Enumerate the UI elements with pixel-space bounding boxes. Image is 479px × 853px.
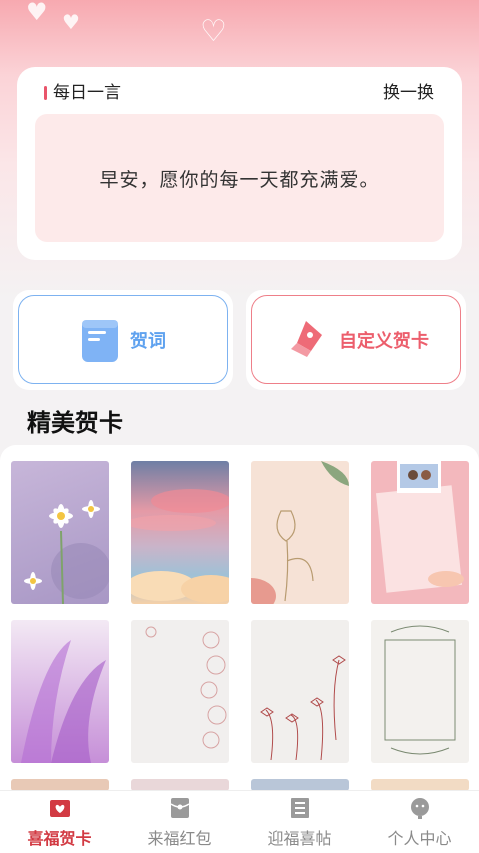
refresh-quote-button[interactable]: 换一换: [383, 81, 434, 105]
daily-quote-text: 早安，愿你的每一天都充满爱。: [99, 168, 380, 191]
line-flower-image: [251, 461, 349, 604]
card-ribbon-bows[interactable]: [251, 620, 349, 763]
daily-quote-card: 每日一言 换一换 早安，愿你的每一天都充满爱。: [17, 67, 462, 260]
daisy-image: [24, 500, 109, 604]
couple-photo-image: [375, 461, 464, 593]
tab-personal-center[interactable]: 个人中心: [360, 791, 479, 853]
daily-quote-title: 每日一言: [53, 83, 121, 103]
invitation-icon: [291, 798, 309, 818]
daily-quote-body: 早安，愿你的每一天都充满爱。: [35, 114, 444, 242]
card-daisy-purple[interactable]: [11, 461, 109, 604]
title-accent-bar: [44, 86, 47, 100]
daily-quote-header: 每日一言 换一换: [44, 81, 434, 105]
heart-decoration-icon: ♥: [62, 10, 80, 34]
tab-greeting-cards[interactable]: 喜福贺卡: [0, 791, 119, 853]
card-lace-border[interactable]: [131, 620, 229, 763]
ribbon-image: [260, 655, 346, 761]
custom-card-button[interactable]: 自定义贺卡: [251, 295, 461, 384]
tab-label: 喜福贺卡: [27, 829, 92, 848]
greeting-words-label: 贺词: [130, 330, 166, 352]
greeting-words-button[interactable]: 贺词: [18, 295, 228, 384]
card-ornate-frame[interactable]: [371, 620, 469, 763]
greeting-words-wrapper: 贺词: [13, 290, 233, 390]
heart-decoration-icon: ♥: [26, 0, 48, 26]
tab-label: 来福红包: [147, 829, 212, 848]
pen-icon: [291, 320, 322, 357]
tab-red-envelope[interactable]: 来福红包: [120, 791, 239, 853]
notebook-icon: [82, 319, 118, 362]
custom-card-wrapper: 自定义贺卡: [246, 290, 466, 390]
card-line-flower-beige[interactable]: [251, 461, 349, 604]
bottom-tab-bar: 喜福贺卡 来福红包 迎福喜帖 个人中心: [0, 790, 479, 853]
card-grid-panel: [0, 445, 479, 805]
card-purple-feather[interactable]: [11, 620, 109, 763]
tab-label: 个人中心: [387, 829, 452, 848]
feather-image: [21, 640, 106, 763]
clouds-image: [131, 489, 229, 603]
envelope-icon: [170, 798, 190, 818]
lace-image: [145, 626, 227, 749]
card-pink-sky-clouds[interactable]: [131, 461, 229, 604]
tab-label: 迎福喜帖: [267, 829, 332, 848]
tab-wedding-invitations[interactable]: 迎福喜帖: [240, 791, 359, 853]
card-couple-photo-pink[interactable]: [371, 461, 469, 604]
card-icon: [50, 800, 70, 817]
user-icon: [411, 798, 429, 819]
section-title: 精美贺卡: [27, 409, 123, 437]
heart-outline-decoration-icon: ♡: [200, 14, 227, 49]
custom-card-label: 自定义贺卡: [339, 330, 429, 352]
ornate-frame-image: [384, 625, 456, 755]
